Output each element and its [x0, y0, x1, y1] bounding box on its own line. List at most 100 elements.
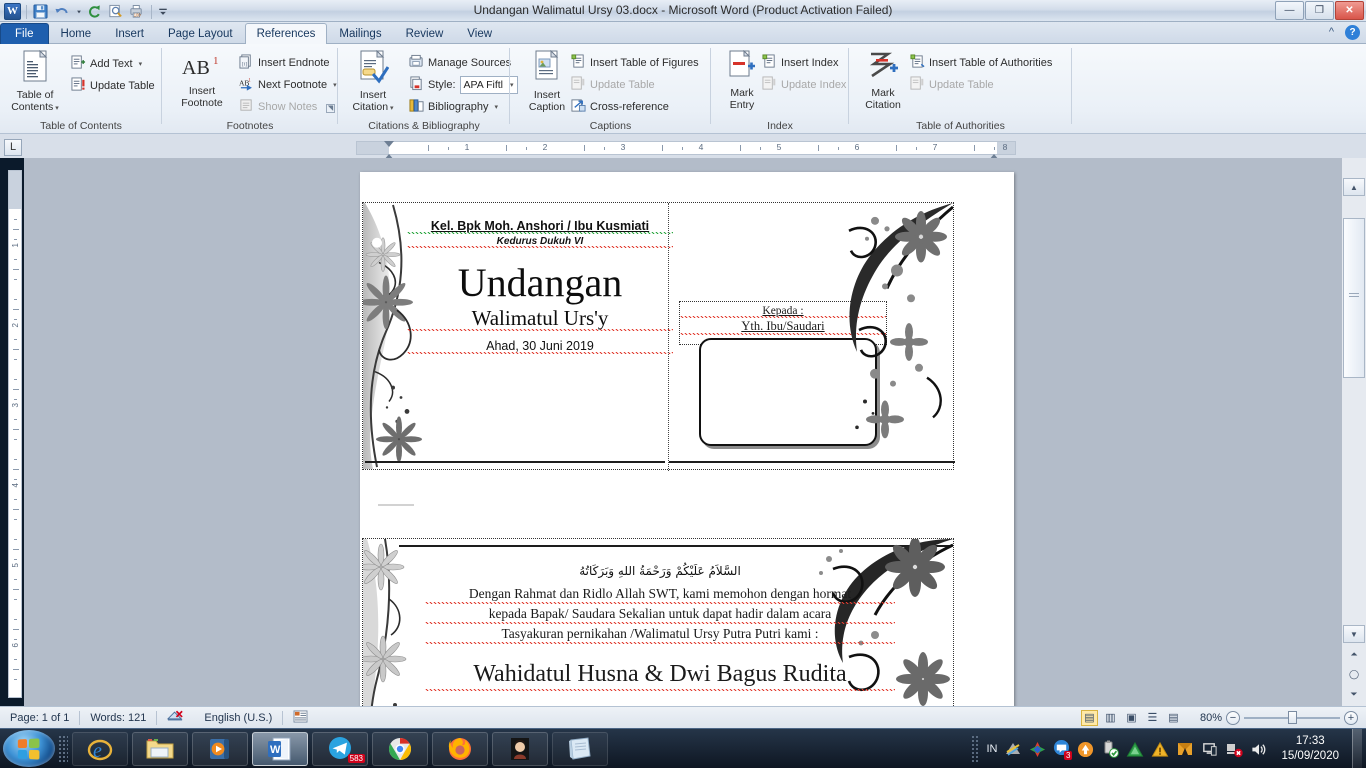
citation-style-control[interactable]: Style: APA Fiftl ▾ — [406, 74, 521, 95]
inner-body-line-2: kepada Bapak/ Saudara Sekalian untuk dap… — [425, 604, 895, 624]
tray-clock[interactable]: 17:33 15/09/2020 — [1275, 734, 1345, 764]
zoom-level-label[interactable]: 80% — [1200, 712, 1222, 724]
manage-sources-button[interactable]: Manage Sources — [406, 52, 514, 73]
taskbar-notepad[interactable] — [552, 732, 608, 766]
taskbar-word[interactable]: W — [252, 732, 308, 766]
word-application-window: W 100 Undangan Wa — [0, 0, 1366, 768]
horizontal-ruler[interactable]: 1 2 3 4 5 6 7 8 — [356, 141, 1016, 155]
tray-network-error-icon[interactable] — [1225, 740, 1243, 758]
next-footnote-label: Next Footnote — [258, 79, 327, 91]
invitation-subtitle: Walimatul Urs'y — [407, 306, 673, 331]
tray-update-icon[interactable] — [1077, 741, 1094, 758]
language-indicator[interactable]: English (U.S.) — [194, 708, 282, 728]
draft-view-button[interactable]: ▤ — [1165, 710, 1182, 726]
taskbar-windows-explorer[interactable] — [132, 732, 188, 766]
tray-language-indicator[interactable]: IN — [986, 743, 997, 755]
proofing-status[interactable] — [157, 708, 194, 728]
bibliography-button[interactable]: Bibliography ▾ — [406, 96, 501, 117]
tray-idm-icon[interactable] — [1176, 740, 1194, 758]
page-indicator[interactable]: Page: 1 of 1 — [0, 708, 79, 728]
collapse-ribbon-icon[interactable]: ^ — [1324, 25, 1339, 40]
windows-logo-icon — [18, 738, 40, 759]
close-button[interactable]: ✕ — [1335, 1, 1364, 20]
insert-endnote-button[interactable]: [i] Insert Endnote — [236, 52, 333, 73]
tray-network-icon[interactable] — [1004, 740, 1022, 758]
insert-caption-label-2: Caption — [529, 101, 565, 113]
table-of-contents-label-2: Contents — [11, 101, 53, 113]
word-count[interactable]: Words: 121 — [80, 708, 156, 728]
taskbar-chrome[interactable] — [372, 732, 428, 766]
group-label-table-of-contents: Table of Contents — [0, 120, 162, 132]
show-desktop-button[interactable] — [1352, 729, 1362, 768]
tab-home[interactable]: Home — [49, 23, 104, 44]
table-of-contents-button[interactable]: Table of Contents▾ — [6, 48, 64, 115]
invitation-card-inner: السَّلاَمُ عَلَيْكُمْ وَرَحْمَةُ اللهِ و… — [362, 538, 954, 706]
view-controls: ▤ ▥ ▣ ☰ ▤ 80% − + — [1081, 710, 1366, 726]
tab-references[interactable]: References — [245, 23, 328, 44]
vertical-ruler[interactable]: 1 2 3 4 5 6 — [8, 170, 22, 698]
zoom-in-button[interactable]: + — [1344, 711, 1358, 725]
vruler-number-5: 5 — [11, 563, 20, 567]
tray-safely-remove-icon[interactable] — [1101, 740, 1119, 758]
taskbar-firefox[interactable] — [432, 732, 488, 766]
bibliography-caret-icon[interactable]: ▾ — [495, 103, 499, 111]
web-layout-view-button[interactable]: ▣ — [1123, 710, 1140, 726]
previous-page-button[interactable]: ⏶ — [1343, 644, 1365, 664]
tray-volume-icon[interactable] — [1250, 741, 1268, 758]
full-screen-reading-view-button[interactable]: ▥ — [1102, 710, 1119, 726]
insert-table-of-figures-button[interactable]: Insert Table of Figures — [568, 52, 702, 73]
insert-citation-caret-icon[interactable]: ▾ — [390, 105, 394, 112]
tab-file[interactable]: File — [0, 23, 49, 44]
add-text-caret-icon[interactable]: ▾ — [139, 60, 143, 68]
document-page-1[interactable]: Kel. Bpk Moh. Anshori / Ibu Kusmiati Ked… — [360, 172, 1014, 706]
insert-index-button[interactable]: Insert Index — [759, 52, 841, 73]
update-table-button[interactable]: Update Table — [68, 75, 158, 96]
start-button[interactable] — [3, 730, 55, 767]
zoom-slider-thumb[interactable] — [1288, 711, 1297, 724]
next-footnote-button[interactable]: AB1 Next Footnote ▾ — [236, 74, 340, 95]
insert-table-of-authorities-button[interactable]: Insert Table of Authorities — [907, 52, 1055, 73]
proofing-errors-icon — [167, 709, 184, 726]
scrollbar-thumb[interactable] — [1343, 218, 1365, 378]
footnotes-dialog-launcher-icon[interactable]: ◥ — [326, 104, 335, 113]
tray-antivirus-icon[interactable] — [1126, 741, 1144, 758]
tab-insert[interactable]: Insert — [103, 23, 156, 44]
scroll-down-button[interactable]: ▼ — [1343, 625, 1365, 643]
restore-button[interactable]: ❐ — [1305, 1, 1334, 20]
table-of-contents-caret-icon[interactable]: ▾ — [55, 105, 59, 112]
insert-citation-button[interactable]: Insert Citation▾ — [342, 48, 404, 115]
group-label-table-of-authorities: Table of Authorities — [849, 120, 1072, 132]
zoom-slider[interactable] — [1244, 711, 1340, 725]
add-text-button[interactable]: Add Text ▾ — [68, 53, 145, 74]
zoom-out-button[interactable]: − — [1226, 711, 1240, 725]
first-line-indent-marker[interactable] — [384, 141, 394, 147]
taskbar-telegram[interactable]: 583 — [312, 732, 368, 766]
tray-colors-icon[interactable] — [1029, 741, 1046, 758]
tray-display-icon[interactable] — [1201, 741, 1218, 758]
cross-reference-button[interactable]: Cross-reference — [568, 96, 672, 117]
record-macro-button[interactable] — [283, 708, 318, 728]
print-layout-view-button[interactable]: ▤ — [1081, 710, 1098, 726]
insert-footnote-button[interactable]: AB1 Insert Footnote — [170, 50, 234, 109]
scroll-up-button[interactable]: ▲ — [1343, 178, 1365, 196]
vertical-scrollbar[interactable]: ▲ ▼ ⏶ ◯ ⏷ — [1342, 158, 1366, 706]
tab-page-layout[interactable]: Page Layout — [156, 23, 245, 44]
vertical-ruler-wrap: 1 2 3 4 5 6 — [8, 170, 22, 698]
tray-warning-icon[interactable] — [1151, 741, 1169, 758]
outline-view-button[interactable]: ☰ — [1144, 710, 1161, 726]
taskbar-media-player[interactable] — [192, 732, 248, 766]
tab-review[interactable]: Review — [394, 23, 456, 44]
select-browse-object-button[interactable]: ◯ — [1343, 664, 1365, 684]
mark-citation-button[interactable]: Mark Citation — [855, 48, 911, 111]
tab-view[interactable]: View — [455, 23, 504, 44]
taskbar-photo-app[interactable] — [492, 732, 548, 766]
next-page-button[interactable]: ⏷ — [1343, 684, 1365, 704]
tab-stop-selector[interactable]: L — [4, 139, 22, 156]
insert-footnote-icon: AB1 — [170, 52, 234, 83]
minimize-button[interactable]: — — [1275, 1, 1304, 20]
taskbar-internet-explorer[interactable]: e — [72, 732, 128, 766]
document-canvas[interactable]: Kel. Bpk Moh. Anshori / Ibu Kusmiati Ked… — [24, 158, 1342, 706]
address-line: Kedurus Dukuh VI — [407, 236, 673, 248]
tab-mailings[interactable]: Mailings — [327, 23, 393, 44]
help-icon[interactable]: ? — [1345, 25, 1360, 40]
